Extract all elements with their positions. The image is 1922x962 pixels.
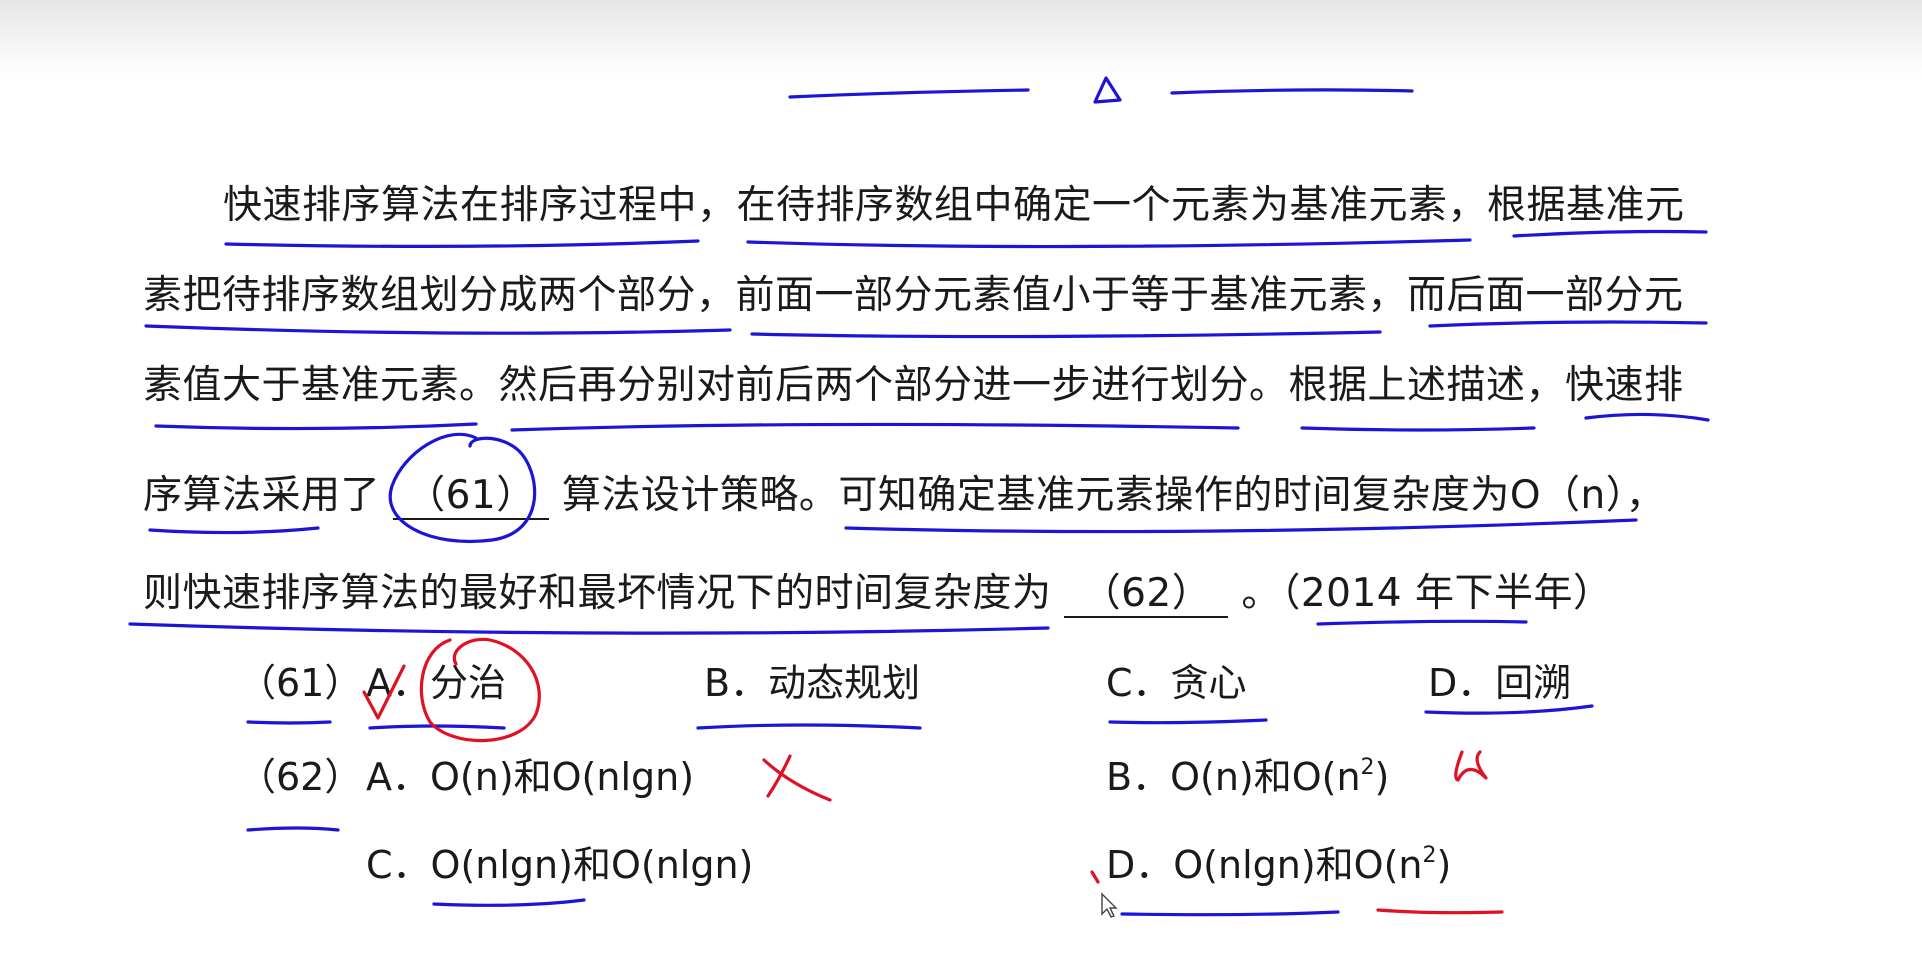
q61-option-d[interactable]: D．回溯: [1428, 658, 1571, 708]
passage-line-2: 素把待排序数组划分成两个部分，前面一部分元素值小于等于基准元素，而后面一部分元: [143, 273, 1684, 318]
option-text: 贪心: [1170, 661, 1247, 705]
blank-62: （62）: [1064, 572, 1229, 618]
option-text: 回溯: [1495, 661, 1572, 705]
q62-option-a[interactable]: A．O(n)和O(nlgn): [366, 752, 694, 802]
option-letter: B．: [1106, 755, 1171, 799]
option-text: 分治: [430, 661, 507, 705]
passage-line-5-start: 则快速排序算法的最好和最坏情况下的时间复杂度为: [143, 571, 1052, 616]
option-text: O(nlgn)和O(nlgn): [430, 843, 754, 887]
option-letter: D．: [1428, 661, 1496, 705]
option-text: O(nlgn)和O(n: [1173, 843, 1423, 887]
q62-option-d[interactable]: D．O(nlgn)和O(n2): [1106, 840, 1451, 890]
option-letter: D．: [1106, 843, 1174, 887]
blank-61: （61）: [392, 474, 549, 520]
option-letter: A．: [366, 755, 430, 799]
exam-question: 快速排序算法在排序过程中，在待排序数组中确定一个元素为基准元素，根据基准元 素把…: [0, 0, 1922, 962]
q61-option-b[interactable]: B．动态规划: [704, 658, 920, 708]
q61-option-a[interactable]: A．分治: [366, 658, 506, 708]
option-text-tail: ): [1374, 755, 1390, 799]
option-letter: C．: [1106, 661, 1171, 705]
option-text: O(n)和O(n: [1170, 755, 1361, 799]
exponent: 2: [1360, 755, 1375, 780]
question-62-number: （62）: [238, 755, 363, 799]
q61-option-c[interactable]: C．贪心: [1106, 658, 1247, 708]
q62-option-b[interactable]: B．O(n)和O(n2): [1106, 752, 1389, 802]
passage-line-4: 序算法采用了 （61） 算法设计策略。可知确定基准元素操作的时间复杂度为O（n）…: [143, 470, 1665, 522]
passage-line-5-end: 。（2014 年下半年）: [1241, 571, 1613, 616]
option-text-tail: ): [1436, 843, 1452, 887]
option-text: O(n)和O(nlgn): [430, 755, 695, 799]
passage-line-5: 则快速排序算法的最好和最坏情况下的时间复杂度为 （62） 。（2014 年下半年…: [143, 568, 1612, 620]
passage-line-4-end: 算法设计策略。可知确定基准元素操作的时间复杂度为O（n），: [561, 473, 1666, 518]
option-text: 动态规划: [768, 661, 921, 705]
option-letter: B．: [704, 661, 769, 705]
question-61-number: （61）: [238, 661, 363, 705]
passage-line-4-start: 序算法采用了: [143, 473, 381, 518]
exponent: 2: [1422, 843, 1437, 868]
option-letter: A．: [366, 661, 430, 705]
q62-option-c[interactable]: C．O(nlgn)和O(nlgn): [366, 840, 753, 890]
passage-line-3: 素值大于基准元素。然后再分别对前后两个部分进一步进行划分。根据上述描述，快速排: [143, 363, 1684, 408]
option-letter: C．: [366, 843, 431, 887]
passage-line-1: 快速排序算法在排序过程中，在待排序数组中确定一个元素为基准元素，根据基准元: [223, 183, 1685, 228]
